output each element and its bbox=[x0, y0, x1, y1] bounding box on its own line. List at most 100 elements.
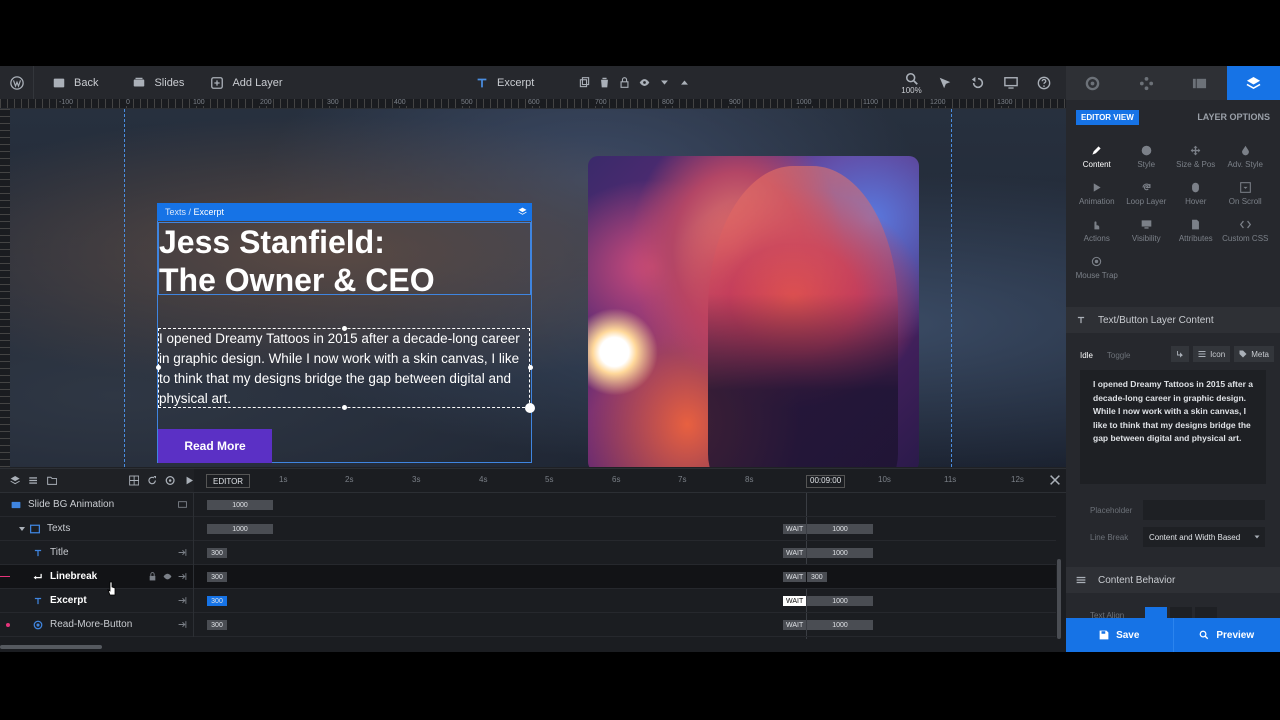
animation-in-bar[interactable]: 300 bbox=[207, 596, 227, 606]
resize-handle-bottom[interactable] bbox=[342, 405, 347, 410]
end-arrow-icon[interactable] bbox=[178, 572, 187, 581]
animation-in-bar[interactable]: 300 bbox=[207, 620, 227, 630]
icon-button[interactable]: Icon bbox=[1193, 346, 1231, 362]
play-icon[interactable] bbox=[184, 475, 194, 486]
option-content[interactable]: Content bbox=[1072, 138, 1122, 175]
idle-state-tab[interactable]: Idle bbox=[1080, 351, 1093, 360]
tab-slider-settings[interactable] bbox=[1066, 66, 1120, 100]
preview-button[interactable]: Preview bbox=[1172, 618, 1280, 652]
resize-handle-left[interactable] bbox=[156, 365, 161, 370]
tab-layer-options[interactable] bbox=[1226, 66, 1280, 100]
wait-marker[interactable]: WAIT bbox=[783, 596, 807, 606]
timeline-row-label[interactable]: Texts bbox=[0, 516, 194, 541]
close-icon[interactable] bbox=[1048, 473, 1062, 487]
wait-marker[interactable]: WAIT bbox=[783, 548, 807, 558]
layers-icon[interactable] bbox=[518, 207, 527, 216]
chevron-up-icon[interactable] bbox=[678, 77, 690, 89]
timeline-row[interactable]: Title 300 WAIT 1000 bbox=[0, 540, 1056, 565]
current-layer-selector[interactable]: Excerpt bbox=[463, 66, 546, 99]
animation-in-bar[interactable]: 300 bbox=[207, 548, 227, 558]
option-animation[interactable]: Animation bbox=[1072, 175, 1122, 212]
option-hover[interactable]: Hover bbox=[1171, 175, 1221, 212]
behavior-section-header[interactable]: Content Behavior bbox=[1066, 567, 1280, 593]
image-icon[interactable] bbox=[178, 500, 187, 509]
resize-handle-right[interactable] bbox=[528, 365, 533, 370]
pointer-button[interactable] bbox=[928, 66, 961, 99]
option-size-pos[interactable]: Size & Pos bbox=[1171, 138, 1221, 175]
read-more-button[interactable]: Read More bbox=[158, 429, 272, 463]
timeline-horizontal-scrollbar[interactable] bbox=[0, 645, 102, 649]
option-adv-style[interactable]: Adv. Style bbox=[1221, 138, 1271, 175]
wordpress-button[interactable] bbox=[0, 66, 34, 99]
eye-icon[interactable] bbox=[638, 77, 650, 89]
timeline-row[interactable]: Slide BG Animation 1000 bbox=[0, 492, 1056, 517]
duplicate-icon[interactable] bbox=[578, 77, 590, 89]
tab-navigation[interactable] bbox=[1119, 66, 1173, 100]
undo-button[interactable] bbox=[961, 66, 994, 99]
slide-title[interactable]: Jess Stanfield: The Owner & CEO bbox=[159, 223, 435, 299]
layer-content-textarea[interactable]: I opened Dreamy Tattoos in 2015 after a … bbox=[1080, 370, 1266, 484]
resize-handle-top[interactable] bbox=[342, 326, 347, 331]
end-arrow-icon[interactable] bbox=[178, 548, 187, 557]
placeholder-input[interactable] bbox=[1143, 500, 1265, 520]
help-button[interactable] bbox=[1027, 66, 1060, 99]
wait-marker[interactable]: WAIT bbox=[783, 620, 807, 630]
back-button[interactable]: Back bbox=[34, 66, 110, 99]
timeline-row[interactable]: Linebreak 300 WAIT 300 bbox=[0, 564, 1056, 589]
animation-in-bar[interactable]: 1000 bbox=[207, 524, 273, 534]
animation-out-bar[interactable]: 1000 bbox=[807, 596, 873, 606]
animation-in-bar[interactable]: 1000 bbox=[207, 500, 273, 510]
slides-button[interactable]: Slides bbox=[110, 66, 196, 99]
slide-canvas[interactable]: Texts / Excerpt Jess Stanfield: The Owne… bbox=[10, 109, 1066, 467]
timeline-row-label[interactable]: Read-More-Button bbox=[0, 612, 194, 637]
refresh-icon[interactable] bbox=[147, 475, 157, 486]
timeline-row-label[interactable]: Linebreak bbox=[0, 564, 194, 589]
eye-icon[interactable] bbox=[163, 572, 172, 581]
wait-marker[interactable]: WAIT bbox=[783, 524, 807, 534]
save-button[interactable]: Save bbox=[1066, 618, 1173, 652]
layers-icon[interactable] bbox=[10, 475, 20, 486]
line-break-select[interactable]: Content and Width Based bbox=[1143, 527, 1265, 547]
grid-icon[interactable] bbox=[129, 475, 139, 486]
timeline-vertical-scrollbar[interactable] bbox=[1057, 559, 1061, 639]
option-visibility[interactable]: Visibility bbox=[1122, 212, 1172, 249]
zoom-button[interactable]: 100% bbox=[895, 66, 928, 99]
option-loop-layer[interactable]: Loop Layer bbox=[1122, 175, 1172, 212]
timeline-row-label[interactable]: Title bbox=[0, 540, 194, 565]
animation-out-bar[interactable]: 1000 bbox=[807, 548, 873, 558]
option-actions[interactable]: Actions bbox=[1072, 212, 1122, 249]
animation-in-bar[interactable]: 300 bbox=[207, 572, 227, 582]
end-arrow-icon[interactable] bbox=[178, 620, 187, 629]
chevron-down-icon[interactable] bbox=[658, 77, 670, 89]
timeline-scale[interactable]: EDITOR 00:09:00 1s 2s 3s 4s 5s 6s 7s 8s 10s 11s 12… bbox=[194, 469, 1066, 493]
breadcrumb-parent[interactable]: Texts bbox=[165, 207, 186, 217]
timeline-row[interactable]: Read-More-Button 300 WAIT 1000 bbox=[0, 612, 1056, 637]
toggle-state-tab[interactable]: Toggle bbox=[1107, 351, 1131, 360]
list-icon[interactable] bbox=[28, 475, 38, 486]
timeline-row[interactable]: Excerpt 300 WAIT 1000 bbox=[0, 588, 1056, 613]
excerpt-text[interactable]: I opened Dreamy Tattoos in 2015 after a … bbox=[159, 329, 531, 409]
tattoo-artist-image[interactable] bbox=[588, 156, 919, 467]
rotate-handle[interactable] bbox=[525, 403, 535, 413]
device-button[interactable] bbox=[994, 66, 1027, 99]
settings-icon[interactable] bbox=[165, 475, 176, 486]
option-style[interactable]: Style bbox=[1122, 138, 1172, 175]
animation-out-bar[interactable]: 1000 bbox=[807, 524, 873, 534]
option-attributes[interactable]: Attributes bbox=[1171, 212, 1221, 249]
option-custom-css[interactable]: Custom CSS bbox=[1221, 212, 1271, 249]
tab-slide-options[interactable] bbox=[1173, 66, 1227, 100]
end-arrow-icon[interactable] bbox=[178, 596, 187, 605]
caret-down-icon[interactable] bbox=[18, 525, 26, 533]
timeline-row-label[interactable]: Slide BG Animation bbox=[0, 492, 194, 517]
lock-icon[interactable] bbox=[148, 571, 157, 581]
folder-icon[interactable] bbox=[46, 475, 57, 486]
editor-view-badge[interactable]: EDITOR VIEW bbox=[1076, 109, 1139, 125]
layer-breadcrumb[interactable]: Texts / Excerpt bbox=[157, 203, 532, 221]
add-layer-button[interactable]: Add Layer bbox=[196, 66, 294, 99]
meta-button[interactable]: Meta bbox=[1234, 346, 1274, 362]
option-mouse-trap[interactable]: Mouse Trap bbox=[1072, 249, 1122, 286]
animation-out-bar[interactable]: 300 bbox=[807, 572, 827, 582]
content-section-header[interactable]: Text/Button Layer Content bbox=[1066, 307, 1280, 333]
option-on-scroll[interactable]: On Scroll bbox=[1221, 175, 1271, 212]
linebreak-button[interactable] bbox=[1171, 346, 1190, 362]
